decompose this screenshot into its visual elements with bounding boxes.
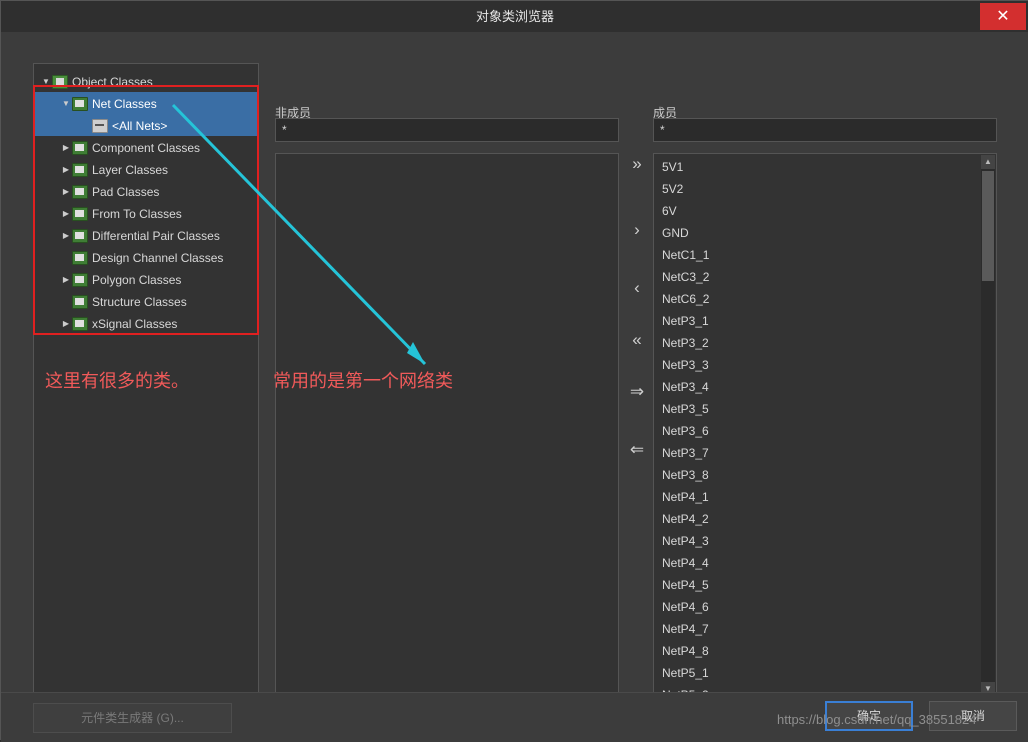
- list-item[interactable]: NetC6_2: [654, 288, 982, 310]
- list-item[interactable]: NetP3_2: [654, 332, 982, 354]
- move-right-button[interactable]: ›: [623, 215, 651, 245]
- chevron-right-icon[interactable]: ▶: [60, 269, 72, 291]
- chevron-right-icon[interactable]: ▶: [60, 203, 72, 225]
- scrollbar-thumb[interactable]: [982, 171, 994, 281]
- list-item[interactable]: NetP4_5: [654, 574, 982, 596]
- tree-item-label: Component Classes: [92, 140, 201, 155]
- close-icon[interactable]: ✕: [980, 3, 1026, 30]
- tree-item-label: xSignal Classes: [92, 316, 178, 331]
- net-item-icon: [92, 118, 108, 133]
- folder-net-icon: [72, 96, 88, 111]
- copy-right-button[interactable]: ⇒: [623, 377, 651, 407]
- list-item[interactable]: NetP3_5: [654, 398, 982, 420]
- folder-net-icon: [72, 294, 88, 309]
- chevron-right-icon[interactable]: ▶: [60, 181, 72, 203]
- list-item[interactable]: NetP3_6: [654, 420, 982, 442]
- members-scrollbar[interactable]: ▲ ▼: [981, 155, 995, 696]
- list-item[interactable]: NetP3_4: [654, 376, 982, 398]
- non-members-list[interactable]: [275, 153, 619, 698]
- tree-item-object-classes[interactable]: ▼ Object Classes: [34, 70, 258, 92]
- tree-item-structure-classes[interactable]: Structure Classes: [34, 290, 258, 312]
- folder-net-icon: [72, 272, 88, 287]
- component-class-generator-button[interactable]: 元件类生成器 (G)...: [33, 703, 232, 733]
- tree-item-label: Design Channel Classes: [92, 250, 224, 265]
- watermark-text: https://blog.csdn.net/qq_38551824: [777, 712, 977, 727]
- tree-item-differential-pair-classes[interactable]: ▶ Differential Pair Classes: [34, 224, 258, 246]
- tree-item-layer-classes[interactable]: ▶ Layer Classes: [34, 158, 258, 180]
- list-item[interactable]: 5V2: [654, 178, 982, 200]
- object-class-browser-window: 对象类浏览器 ✕ ▼ Object Classes ▼ Net Classes <All…: [0, 0, 1028, 742]
- scroll-up-icon[interactable]: ▲: [981, 155, 995, 169]
- chevron-down-icon[interactable]: ▼: [60, 93, 72, 115]
- tree-item-from-to-classes[interactable]: ▶ From To Classes: [34, 202, 258, 224]
- annotation-note-right: 常用的是第一个网络类: [273, 371, 453, 391]
- list-item[interactable]: 5V1: [654, 156, 982, 178]
- tree-item-label: Pad Classes: [92, 184, 160, 199]
- tree-item-label: From To Classes: [92, 206, 182, 221]
- folder-net-icon: [72, 184, 88, 199]
- tree-item-polygon-classes[interactable]: ▶ Polygon Classes: [34, 268, 258, 290]
- list-item[interactable]: NetP4_7: [654, 618, 982, 640]
- tree-item-label: Structure Classes: [92, 294, 187, 309]
- tree-item-component-classes[interactable]: ▶ Component Classes: [34, 136, 258, 158]
- list-item[interactable]: NetP4_4: [654, 552, 982, 574]
- chevron-down-icon[interactable]: ▼: [40, 71, 52, 93]
- folder-net-icon: [72, 228, 88, 243]
- list-item[interactable]: NetP4_3: [654, 530, 982, 552]
- list-item[interactable]: NetP3_8: [654, 464, 982, 486]
- dialog-body: ▼ Object Classes ▼ Net Classes <All Nets> ▶ Co…: [1, 32, 1028, 698]
- chevron-right-icon[interactable]: ▶: [60, 137, 72, 159]
- folder-net-icon: [72, 316, 88, 331]
- chevron-right-icon[interactable]: ▶: [60, 313, 72, 335]
- list-item[interactable]: NetC3_2: [654, 266, 982, 288]
- list-item[interactable]: NetP3_7: [654, 442, 982, 464]
- tree-item-label: Layer Classes: [92, 162, 169, 177]
- move-left-button[interactable]: ‹: [623, 273, 651, 303]
- list-item[interactable]: NetP4_1: [654, 486, 982, 508]
- folder-net-icon: [72, 140, 88, 155]
- list-item[interactable]: NetP4_2: [654, 508, 982, 530]
- list-item[interactable]: 6V: [654, 200, 982, 222]
- tree-item-all-nets[interactable]: <All Nets>: [34, 114, 258, 136]
- list-item[interactable]: NetP5_1: [654, 662, 982, 684]
- list-item[interactable]: NetC1_1: [654, 244, 982, 266]
- folder-net-icon: [72, 162, 88, 177]
- move-all-right-button[interactable]: »: [623, 149, 651, 179]
- tree-item-label: Object Classes: [72, 74, 153, 89]
- chevron-right-icon[interactable]: ▶: [60, 225, 72, 247]
- title-bar: 对象类浏览器 ✕: [1, 1, 1028, 33]
- members-filter-input[interactable]: *: [653, 118, 997, 142]
- folder-net-icon: [72, 250, 88, 265]
- annotation-note-left: 这里有很多的类。: [45, 371, 189, 391]
- tree-item-label: Net Classes: [92, 96, 157, 111]
- tree-item-xsignal-classes[interactable]: ▶ xSignal Classes: [34, 312, 258, 334]
- folder-net-icon: [72, 206, 88, 221]
- tree-item-label: Polygon Classes: [92, 272, 182, 287]
- folder-object-icon: [52, 74, 68, 89]
- list-item[interactable]: NetP4_8: [654, 640, 982, 662]
- members-list[interactable]: 5V1 5V2 6V GND NetC1_1 NetC3_2 NetC6_2 NetP3_1 N…: [653, 153, 997, 698]
- copy-left-button[interactable]: ⇐: [623, 435, 651, 465]
- tree-item-label: <All Nets>: [112, 118, 168, 133]
- list-item[interactable]: NetP3_1: [654, 310, 982, 332]
- tree-item-design-channel-classes[interactable]: Design Channel Classes: [34, 246, 258, 268]
- non-members-filter-input[interactable]: *: [275, 118, 619, 142]
- tree-item-label: Differential Pair Classes: [92, 228, 220, 243]
- chevron-right-icon[interactable]: ▶: [60, 159, 72, 181]
- move-all-left-button[interactable]: «: [623, 325, 651, 355]
- list-item[interactable]: GND: [654, 222, 982, 244]
- list-item[interactable]: NetP4_6: [654, 596, 982, 618]
- list-item[interactable]: NetP3_3: [654, 354, 982, 376]
- tree-item-pad-classes[interactable]: ▶ Pad Classes: [34, 180, 258, 202]
- window-title: 对象类浏览器: [475, 9, 554, 24]
- tree-item-net-classes[interactable]: ▼ Net Classes: [34, 92, 258, 114]
